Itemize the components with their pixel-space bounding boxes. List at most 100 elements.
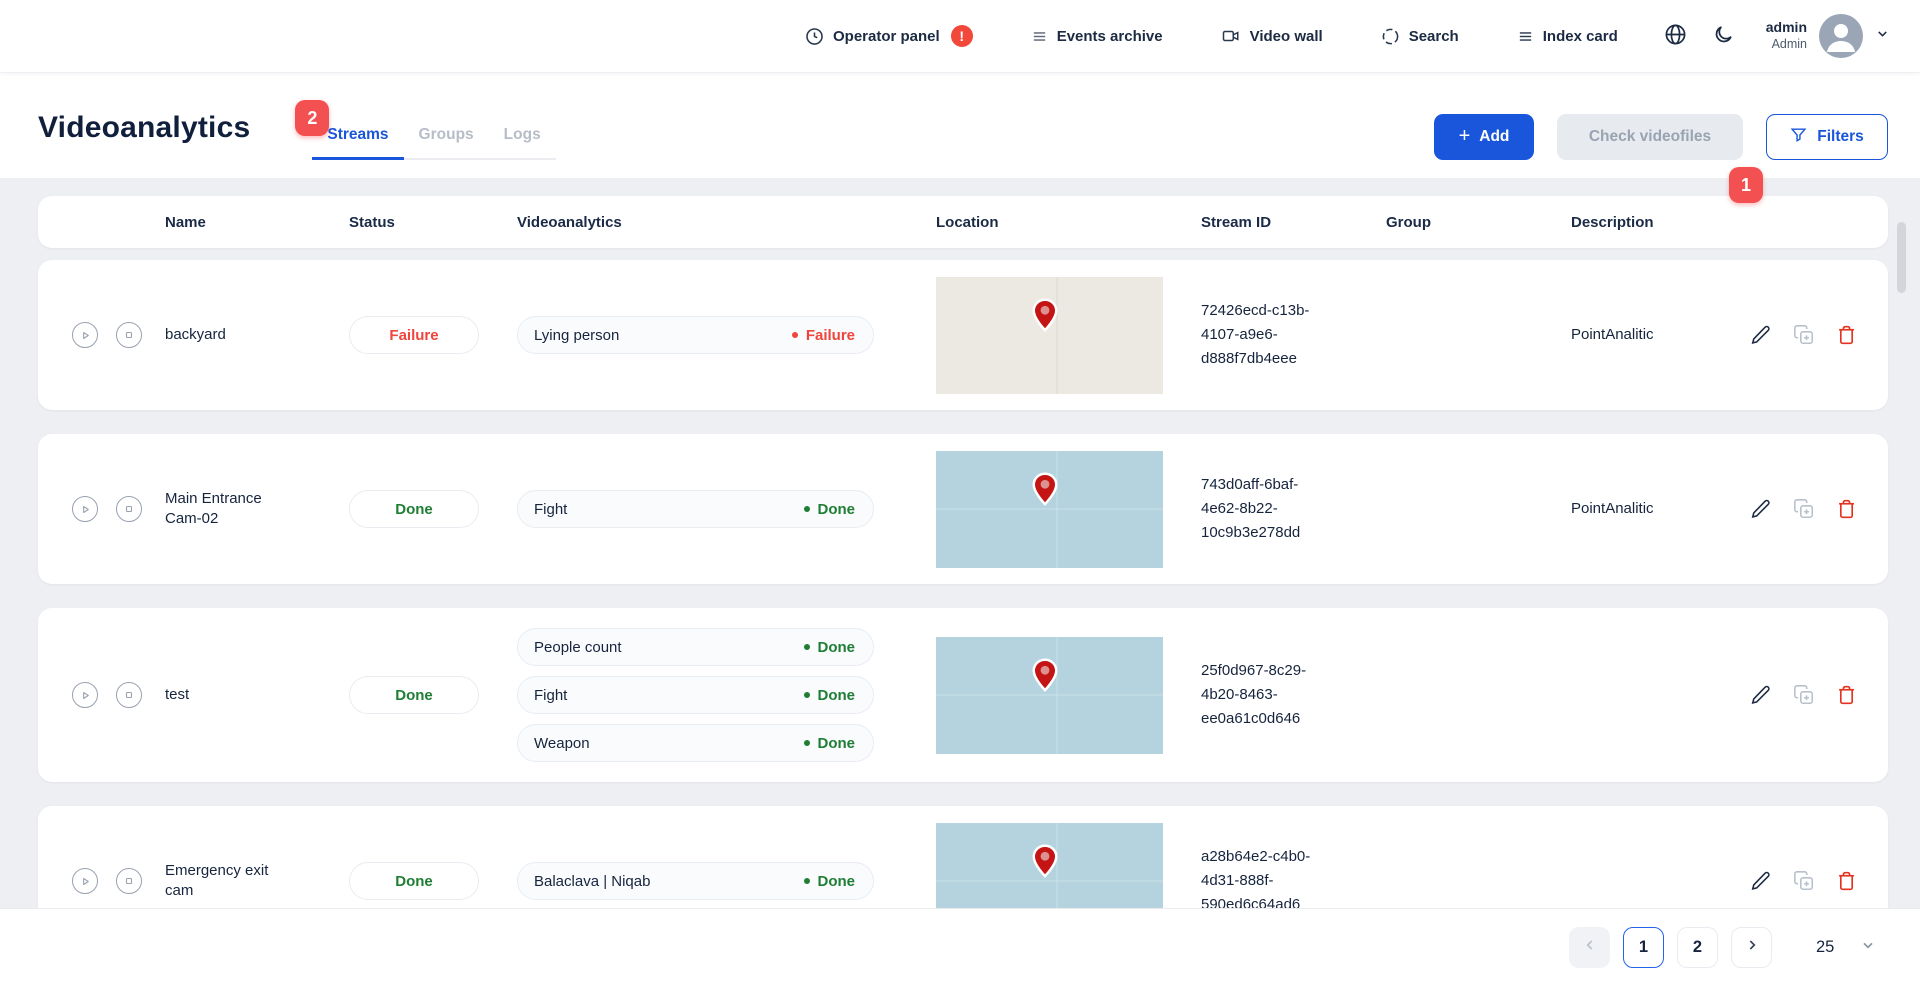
- delete-button[interactable]: [1836, 684, 1857, 706]
- add-button[interactable]: + Add: [1434, 114, 1534, 160]
- column-header-description: Description: [1558, 214, 1713, 231]
- row-name: Emergency exit cam: [165, 861, 285, 902]
- column-header-status: Status: [328, 214, 503, 231]
- column-header-group: Group: [1348, 214, 1558, 231]
- analytics-state: Done: [804, 873, 856, 890]
- dark-mode-button[interactable]: [1713, 24, 1734, 48]
- tab-groups[interactable]: Groups: [404, 126, 489, 160]
- focus-circle-icon: [1381, 27, 1400, 46]
- location-map[interactable]: [936, 637, 1163, 754]
- filters-count-badge: 1: [1729, 167, 1763, 203]
- play-button[interactable]: [72, 322, 98, 348]
- row-stream-id: 72426ecd-c13b-4107-a9e6-d888f7db4eee: [1201, 299, 1321, 371]
- analytics-list: Balaclava | Niqab Done: [517, 862, 893, 900]
- filters-button[interactable]: Filters 1: [1766, 114, 1888, 160]
- analytics-state: Done: [804, 735, 856, 752]
- check-videofiles-button[interactable]: Check videofiles: [1557, 114, 1743, 160]
- pagination-next-button[interactable]: [1731, 927, 1772, 968]
- analytics-label: Fight: [534, 687, 567, 704]
- analytics-state: Done: [804, 501, 856, 518]
- row-stream-id: 743d0aff-6baf-4e62-8b22-10c9b3e278dd: [1201, 473, 1321, 545]
- pagination-page-2[interactable]: 2: [1677, 927, 1718, 968]
- edit-button[interactable]: [1750, 870, 1772, 892]
- row-stream-id: a28b64e2-c4b0-4d31-888f-590ed6c64ad6: [1201, 845, 1321, 908]
- funnel-icon: [1790, 126, 1807, 148]
- analytics-label: People count: [534, 639, 622, 656]
- status-pill: Failure: [349, 316, 479, 354]
- stop-button[interactable]: [116, 322, 142, 348]
- status-pill: Done: [349, 490, 479, 528]
- analytics-state: Done: [804, 687, 856, 704]
- duplicate-button[interactable]: [1793, 870, 1815, 892]
- stop-button[interactable]: [116, 682, 142, 708]
- row-description: PointAnalitic: [1571, 500, 1654, 517]
- status-dot-icon: [804, 740, 810, 746]
- streams-table: Name Status Videoanalytics Location Stre…: [0, 178, 1920, 908]
- nav-search[interactable]: Search: [1381, 27, 1459, 46]
- row-name: test: [165, 685, 189, 705]
- row-name: backyard: [165, 325, 226, 345]
- nav-index-card[interactable]: Index card: [1517, 28, 1618, 45]
- row-description: PointAnalitic: [1571, 326, 1654, 343]
- play-button[interactable]: [72, 682, 98, 708]
- edit-button[interactable]: [1750, 498, 1772, 520]
- status-pill: Done: [349, 862, 479, 900]
- nav-label: Operator panel: [833, 28, 940, 45]
- duplicate-button[interactable]: [1793, 684, 1815, 706]
- delete-button[interactable]: [1836, 870, 1857, 892]
- list-icon: [1517, 28, 1534, 45]
- play-button[interactable]: [72, 496, 98, 522]
- status-dot-icon: [792, 332, 798, 338]
- pagination-footer: 1 2 25: [0, 908, 1920, 1000]
- plus-icon: +: [1459, 126, 1471, 146]
- delete-button[interactable]: [1836, 324, 1857, 346]
- status-dot-icon: [804, 692, 810, 698]
- pagination-prev-button[interactable]: [1569, 927, 1610, 968]
- delete-button[interactable]: [1836, 498, 1857, 520]
- user-name: admin: [1766, 19, 1807, 37]
- page-size-select[interactable]: 25: [1794, 927, 1890, 968]
- tab-logs[interactable]: Logs: [489, 126, 556, 160]
- edit-button[interactable]: [1750, 324, 1772, 346]
- list-icon: [1031, 28, 1048, 45]
- analytics-label: Lying person: [534, 327, 619, 344]
- nav-video-wall[interactable]: Video wall: [1221, 27, 1323, 45]
- duplicate-button[interactable]: [1793, 498, 1815, 520]
- tabs: 2 Streams Groups Logs: [312, 126, 555, 160]
- video-camera-icon: [1221, 27, 1241, 45]
- analytics-state-text: Done: [818, 501, 856, 518]
- language-globe-button[interactable]: [1664, 23, 1687, 49]
- analytics-label: Fight: [534, 501, 567, 518]
- stop-button[interactable]: [116, 496, 142, 522]
- nav-label: Search: [1409, 28, 1459, 45]
- row-name: Main Entrance Cam-02: [165, 489, 285, 530]
- analytics-state-text: Done: [818, 873, 856, 890]
- location-map[interactable]: [936, 823, 1163, 909]
- analytics-label: Balaclava | Niqab: [534, 873, 650, 890]
- edit-button[interactable]: [1750, 684, 1772, 706]
- column-header-location: Location: [893, 214, 1188, 231]
- globe-icon: [1664, 23, 1687, 49]
- location-map[interactable]: [936, 277, 1163, 394]
- streams-count-badge: 2: [295, 100, 329, 136]
- page-title: Videoanalytics: [38, 111, 250, 145]
- page-header: Videoanalytics 2 Streams Groups Logs + A…: [0, 73, 1920, 178]
- nav-events-archive[interactable]: Events archive: [1031, 28, 1163, 45]
- pagination: 1 2 25: [1569, 927, 1890, 968]
- analytics-list: Lying personFailure: [517, 316, 893, 354]
- analytics-label: Weapon: [534, 735, 590, 752]
- pagination-page-1[interactable]: 1: [1623, 927, 1664, 968]
- analytics-state-text: Done: [818, 639, 856, 656]
- user-menu[interactable]: admin Admin: [1766, 14, 1890, 58]
- play-button[interactable]: [72, 868, 98, 894]
- vertical-scrollbar[interactable]: [1897, 222, 1906, 293]
- add-button-label: Add: [1479, 128, 1509, 146]
- analytics-state: Done: [804, 639, 856, 656]
- map-pin-icon: [1031, 658, 1058, 698]
- nav-operator-panel[interactable]: Operator panel !: [805, 25, 973, 47]
- avatar: [1819, 14, 1863, 58]
- nav-label: Index card: [1543, 28, 1618, 45]
- stop-button[interactable]: [116, 868, 142, 894]
- duplicate-button[interactable]: [1793, 324, 1815, 346]
- location-map[interactable]: [936, 451, 1163, 568]
